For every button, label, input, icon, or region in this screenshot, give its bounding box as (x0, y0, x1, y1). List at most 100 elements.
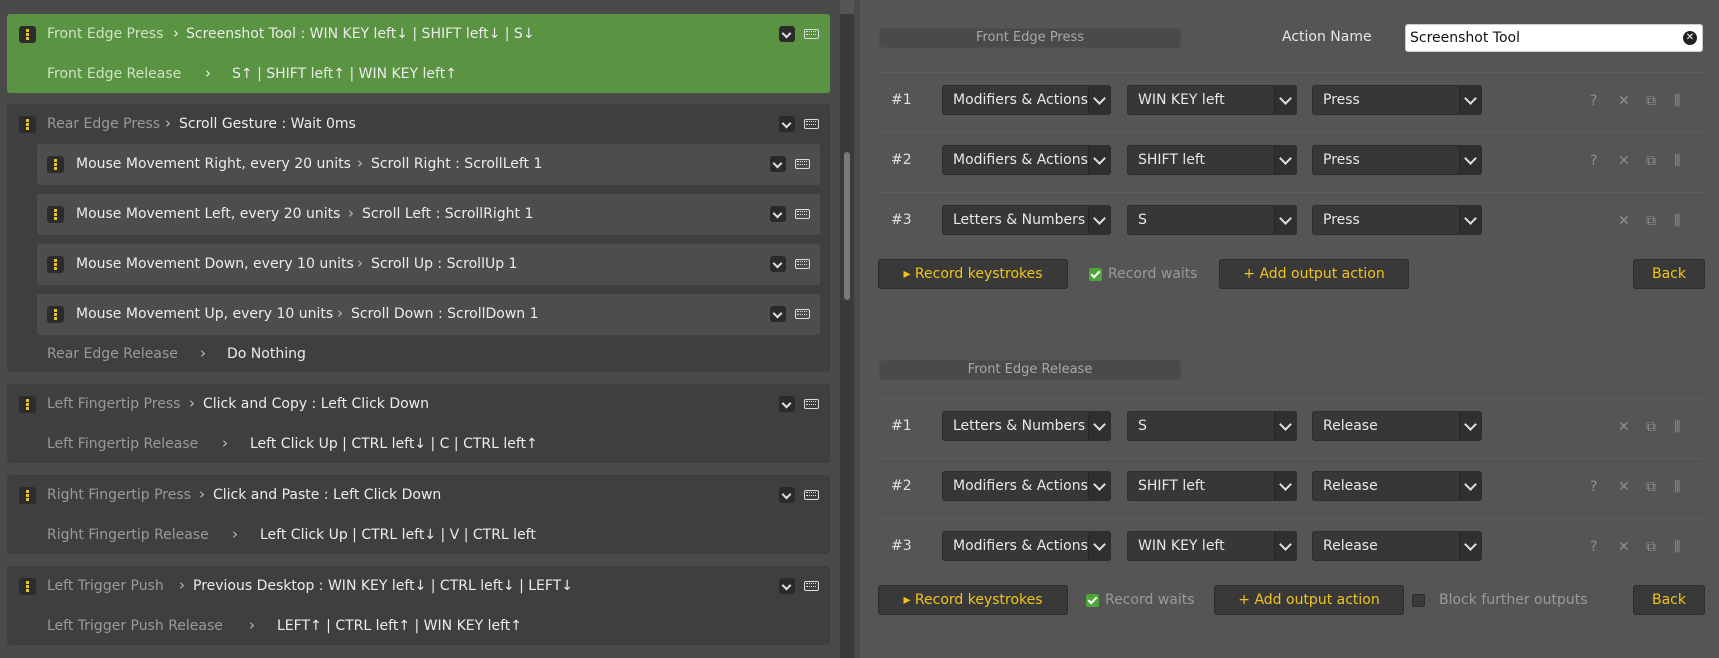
chevron-down-icon[interactable] (770, 256, 786, 272)
keyboard-icon[interactable] (804, 399, 819, 409)
keyboard-icon[interactable] (795, 209, 810, 219)
keyboard-icon[interactable] (795, 309, 810, 319)
sub-action-value[interactable]: Scroll Down : ScrollDown 1 (351, 306, 539, 322)
sub-action-value[interactable]: Scroll Right : ScrollLeft 1 (371, 156, 542, 172)
keyboard-icon[interactable] (795, 259, 810, 269)
record-keystrokes-button[interactable]: ▸ Record keystrokes (878, 585, 1068, 615)
group-left-fingertip[interactable]: Left Fingertip Press › Click and Copy : … (7, 384, 830, 463)
record-keystrokes-button[interactable]: ▸ Record keystrokes (878, 259, 1068, 289)
release-action[interactable]: Do Nothing (227, 346, 306, 362)
keyboard-icon[interactable] (804, 490, 819, 500)
delete-icon[interactable]: ✕ (1618, 539, 1630, 555)
drag-handle-icon[interactable] (19, 116, 36, 133)
scrollbar-track[interactable] (840, 14, 854, 658)
back-button[interactable]: Back (1633, 259, 1705, 289)
help-icon[interactable]: ? (1590, 479, 1597, 495)
record-waits-checkbox[interactable] (1089, 268, 1102, 281)
chevron-down-icon[interactable] (779, 396, 795, 412)
keyboard-icon[interactable] (804, 581, 819, 591)
chevron-down-icon[interactable] (770, 306, 786, 322)
drag-handle-icon[interactable] (47, 156, 64, 173)
mode-select[interactable]: Press (1312, 205, 1482, 235)
drag-handle-icon[interactable] (19, 396, 36, 413)
category-select[interactable]: Modifiers & Actions (942, 85, 1111, 115)
category-select[interactable]: Modifiers & Actions (942, 145, 1111, 175)
add-output-action-button[interactable]: + Add output action (1219, 259, 1409, 289)
category-select[interactable]: Modifiers & Actions (942, 471, 1111, 501)
drag-handle-icon[interactable] (19, 578, 36, 595)
copy-icon[interactable]: ⧉ (1646, 419, 1656, 435)
chevron-down-icon[interactable] (779, 487, 795, 503)
key-select[interactable]: WIN KEY left (1127, 531, 1297, 561)
drag-icon[interactable]: ⫼ (1674, 419, 1680, 435)
press-action[interactable]: Previous Desktop : WIN KEY left↓ | CTRL … (193, 578, 573, 594)
release-action[interactable]: LEFT↑ | CTRL left↑ | WIN KEY left↑ (277, 618, 522, 634)
mode-select[interactable]: Press (1312, 85, 1482, 115)
sub-action-row[interactable]: Mouse Movement Left, every 20 units › Sc… (37, 194, 820, 235)
group-rear-edge[interactable]: Rear Edge Press › Scroll Gesture : Wait … (7, 104, 830, 372)
back-button[interactable]: Back (1633, 585, 1705, 615)
block-further-outputs-checkbox[interactable] (1412, 594, 1425, 607)
drag-handle-icon[interactable] (19, 26, 36, 43)
keyboard-icon[interactable] (804, 29, 819, 39)
copy-icon[interactable]: ⧉ (1646, 539, 1656, 555)
sub-action-row[interactable]: Mouse Movement Up, every 10 units › Scro… (37, 294, 820, 335)
press-action[interactable]: Screenshot Tool : WIN KEY left↓ | SHIFT … (186, 26, 535, 42)
chevron-down-icon[interactable] (779, 116, 795, 132)
drag-icon[interactable]: ⫼ (1674, 93, 1680, 109)
drag-icon[interactable]: ⫼ (1674, 479, 1680, 495)
category-select[interactable]: Modifiers & Actions (942, 531, 1111, 561)
help-icon[interactable]: ? (1590, 539, 1597, 555)
copy-icon[interactable]: ⧉ (1646, 479, 1656, 495)
release-action[interactable]: Left Click Up | CTRL left↓ | V | CTRL le… (260, 527, 536, 543)
sub-action-row[interactable]: Mouse Movement Down, every 10 units › Sc… (37, 244, 820, 285)
drag-handle-icon[interactable] (47, 306, 64, 323)
mode-select[interactable]: Press (1312, 145, 1482, 175)
delete-icon[interactable]: ✕ (1618, 419, 1630, 435)
copy-icon[interactable]: ⧉ (1646, 153, 1656, 169)
chevron-down-icon[interactable] (779, 578, 795, 594)
drag-handle-icon[interactable] (47, 206, 64, 223)
group-left-trigger[interactable]: Left Trigger Push › Previous Desktop : W… (7, 566, 830, 645)
delete-icon[interactable]: ✕ (1618, 93, 1630, 109)
key-select[interactable]: S (1127, 411, 1297, 441)
action-name-value[interactable]: Screenshot Tool (1410, 30, 1520, 46)
delete-icon[interactable]: ✕ (1618, 479, 1630, 495)
sub-action-value[interactable]: Scroll Up : ScrollUp 1 (371, 256, 517, 272)
drag-icon[interactable]: ⫼ (1674, 153, 1680, 169)
record-waits-checkbox[interactable] (1086, 594, 1099, 607)
chevron-down-icon[interactable] (770, 156, 786, 172)
copy-icon[interactable]: ⧉ (1646, 93, 1656, 109)
drag-handle-icon[interactable] (47, 256, 64, 273)
action-name-field[interactable]: Screenshot Tool ✕ (1405, 24, 1703, 52)
keyboard-icon[interactable] (804, 119, 819, 129)
clear-icon[interactable]: ✕ (1683, 31, 1697, 45)
add-output-action-button[interactable]: + Add output action (1214, 585, 1404, 615)
release-action[interactable]: Left Click Up | CTRL left↓ | C | CTRL le… (250, 436, 538, 452)
help-icon[interactable]: ? (1590, 93, 1597, 109)
drag-icon[interactable]: ⫼ (1674, 539, 1680, 555)
chevron-down-icon[interactable] (770, 206, 786, 222)
press-action[interactable]: Click and Copy : Left Click Down (203, 396, 429, 412)
key-select[interactable]: SHIFT left (1127, 471, 1297, 501)
sub-action-value[interactable]: Scroll Left : ScrollRight 1 (362, 206, 533, 222)
group-front-edge[interactable]: Front Edge Press › Screenshot Tool : WIN… (7, 14, 830, 93)
delete-icon[interactable]: ✕ (1618, 153, 1630, 169)
category-select[interactable]: Letters & Numbers (942, 411, 1111, 441)
key-select[interactable]: S (1127, 205, 1297, 235)
release-action[interactable]: S↑ | SHIFT left↑ | WIN KEY left↑ (232, 66, 457, 82)
copy-icon[interactable]: ⧉ (1646, 213, 1656, 229)
mode-select[interactable]: Release (1312, 411, 1482, 441)
mode-select[interactable]: Release (1312, 471, 1482, 501)
category-select[interactable]: Letters & Numbers (942, 205, 1111, 235)
keyboard-icon[interactable] (795, 159, 810, 169)
press-action[interactable]: Click and Paste : Left Click Down (213, 487, 441, 503)
drag-handle-icon[interactable] (19, 487, 36, 504)
key-select[interactable]: SHIFT left (1127, 145, 1297, 175)
drag-icon[interactable]: ⫼ (1674, 213, 1680, 229)
delete-icon[interactable]: ✕ (1618, 213, 1630, 229)
group-right-fingertip[interactable]: Right Fingertip Press › Click and Paste … (7, 475, 830, 554)
scrollbar-thumb[interactable] (844, 152, 850, 300)
help-icon[interactable]: ? (1590, 153, 1597, 169)
press-action[interactable]: Scroll Gesture : Wait 0ms (179, 116, 356, 132)
